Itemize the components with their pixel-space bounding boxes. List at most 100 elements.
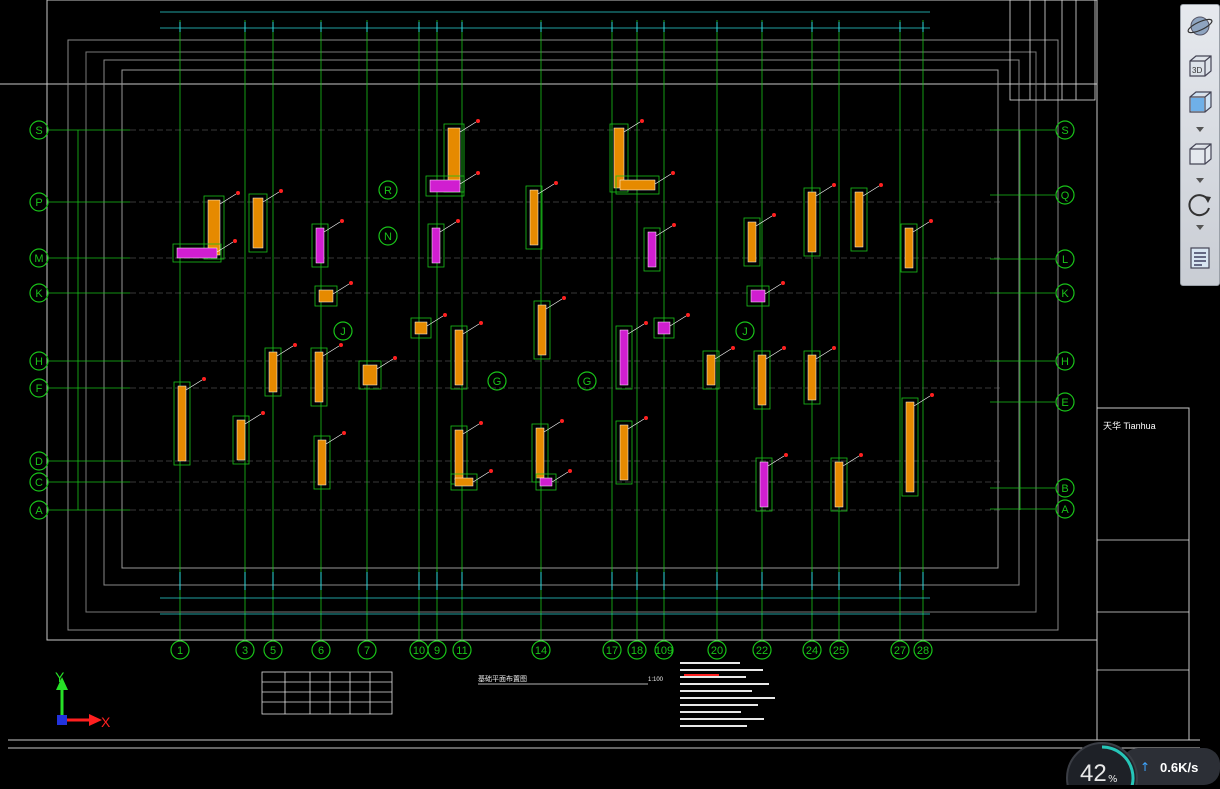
leader-line — [219, 193, 237, 205]
col-axis-label: 18 — [631, 645, 643, 657]
shear-wall — [619, 179, 656, 191]
network-speed-widget[interactable]: 42 % ↑ 0.6K/s — [1062, 740, 1220, 787]
shear-wall — [429, 179, 461, 193]
inner-axis-label: J — [742, 326, 748, 338]
inner-axis-label: R — [384, 185, 392, 197]
leader-line — [765, 348, 783, 360]
note-line — [680, 669, 763, 671]
row-axis-label: P — [35, 197, 42, 209]
note-line — [680, 697, 775, 699]
title-block-company: 天华 Tianhua — [1103, 420, 1156, 431]
row-axis-label: D — [35, 456, 43, 468]
view-cube-dropdown-icon[interactable] — [1196, 178, 1204, 183]
note-line — [680, 711, 741, 713]
grid-lines — [48, 20, 1055, 640]
note-line — [680, 718, 764, 720]
annotation-mark — [929, 219, 933, 223]
col-axis-label: 6 — [318, 645, 324, 657]
row-axis-label: L — [1062, 254, 1068, 266]
annotation-mark — [560, 419, 564, 423]
col-axis-label: 11 — [456, 645, 467, 657]
annotation-mark — [832, 346, 836, 350]
general-notes — [680, 662, 775, 727]
shear-wall — [176, 247, 218, 259]
shear-wall — [706, 354, 716, 386]
shear-wall — [904, 227, 914, 269]
leader-line — [462, 423, 480, 435]
leader-line — [913, 395, 931, 407]
shear-wall — [236, 419, 246, 461]
shear-wall — [414, 321, 428, 335]
leader-line — [912, 221, 930, 233]
upload-rate: 0.6K/s — [1160, 760, 1199, 775]
annotation-mark — [686, 313, 690, 317]
cad-drawing-viewport[interactable]: 1 3 5 6 7 10 9 11 14 17 18 109 20 22 24 25 27 28 S P M K H F D C A… — [0, 0, 1220, 785]
shear-wall — [619, 424, 629, 481]
shear-wall — [317, 439, 327, 486]
inner-axis-label: G — [583, 376, 592, 388]
leader-line — [322, 345, 340, 357]
leader-line — [862, 185, 880, 197]
annotation-mark — [859, 453, 863, 457]
view-cube-button[interactable] — [1185, 139, 1215, 169]
orbit-icon — [1187, 16, 1213, 36]
shear-wall — [905, 401, 915, 493]
shear-wall — [318, 289, 334, 303]
shear-wall — [647, 231, 657, 268]
shear-wall — [759, 461, 769, 508]
leader-line — [815, 185, 833, 197]
annotation-mark — [930, 393, 934, 397]
rotate-dropdown-icon[interactable] — [1196, 225, 1204, 230]
shear-wall — [207, 199, 221, 256]
annotation-mark — [782, 346, 786, 350]
leader-line — [627, 418, 645, 430]
drawing-scale: 1:100 — [648, 677, 664, 683]
col-axis-label: 9 — [434, 645, 440, 657]
view-front-button[interactable] — [1185, 87, 1215, 117]
cad-drawing-canvas[interactable]: 1 3 5 6 7 10 9 11 14 17 18 109 20 22 24 25 27 28SPMKHFDCA… — [0, 0, 1220, 785]
row-axis-label: H — [1061, 356, 1069, 368]
inner-axis-label: J — [340, 326, 346, 338]
row-axis-label: K — [1061, 288, 1069, 300]
annotation-mark — [293, 343, 297, 347]
col-axis-label: 28 — [917, 645, 929, 657]
row-axis-label: A — [35, 505, 43, 517]
shear-wall — [177, 385, 187, 462]
rotate-button[interactable] — [1185, 189, 1215, 219]
shear-wall — [657, 321, 671, 335]
leader-line — [815, 348, 833, 360]
row-axis-label: S — [35, 125, 42, 137]
view-front-dropdown-icon[interactable] — [1196, 127, 1204, 132]
view-3d-button[interactable]: 3D — [1185, 51, 1215, 81]
col-axis-label: 24 — [806, 645, 818, 657]
shear-wall — [613, 127, 625, 189]
shear-wall — [807, 354, 817, 401]
shear-wall — [539, 477, 553, 487]
shear-wall — [454, 429, 464, 481]
annotation-mark — [393, 356, 397, 360]
shear-wall — [619, 329, 629, 386]
shear-wall — [747, 221, 757, 263]
row-axis-label: E — [1061, 397, 1068, 409]
col-axis-label: 14 — [535, 645, 547, 657]
leader-line — [714, 348, 732, 360]
annotation-mark — [349, 281, 353, 285]
leader-line — [543, 421, 561, 433]
leader-line — [669, 315, 687, 327]
leader-line — [462, 323, 480, 335]
leader-line — [551, 471, 569, 483]
leader-line — [426, 315, 444, 327]
annotation-mark — [879, 183, 883, 187]
note-line — [680, 683, 769, 685]
ucs-y-label: Y — [55, 669, 65, 685]
orbit-button[interactable] — [1185, 11, 1215, 41]
leader-line — [755, 215, 773, 227]
leader-line — [332, 283, 350, 295]
col-axis-label: 7 — [364, 645, 370, 657]
annotation-mark — [781, 281, 785, 285]
shear-wall — [454, 329, 464, 386]
shear-wall — [537, 304, 547, 356]
properties-button[interactable] — [1185, 243, 1215, 273]
annotation-mark — [342, 431, 346, 435]
row-axis-label: F — [36, 383, 43, 395]
